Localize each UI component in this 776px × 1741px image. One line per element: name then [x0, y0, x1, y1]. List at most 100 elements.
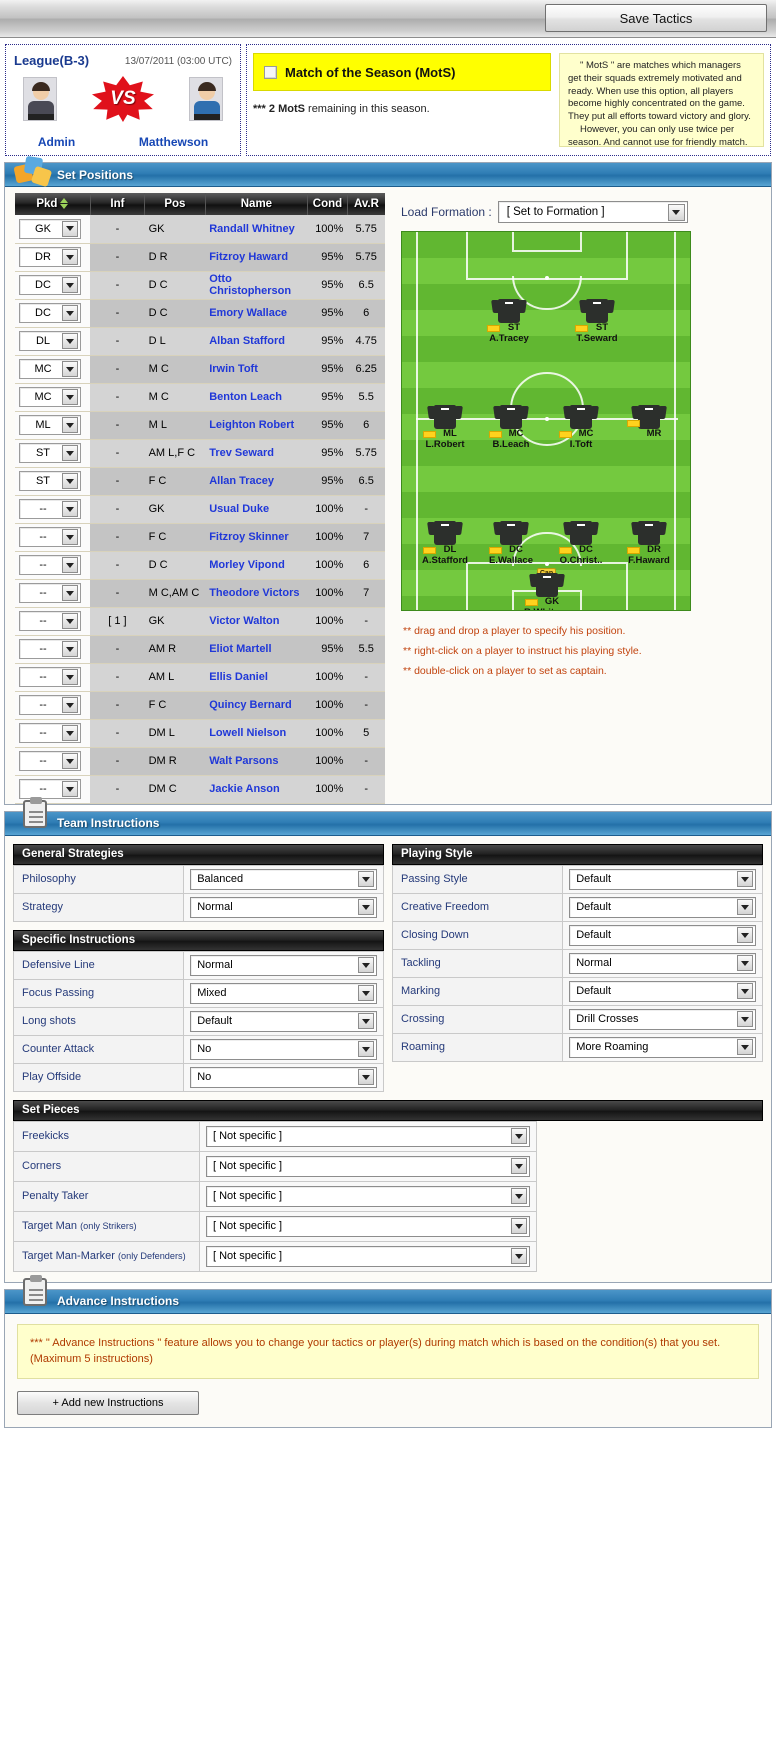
pitch-player[interactable]: MC I.Toft — [558, 402, 604, 450]
instruction-select[interactable]: No — [190, 1066, 377, 1088]
chevron-down-icon[interactable] — [667, 203, 685, 221]
chevron-down-icon[interactable] — [358, 871, 374, 887]
instruction-select[interactable]: Default — [569, 896, 756, 918]
position-select[interactable]: DL — [19, 331, 81, 351]
chevron-down-icon[interactable] — [62, 305, 78, 321]
chevron-down-icon[interactable] — [511, 1158, 527, 1174]
instruction-value-cell[interactable]: Normal — [562, 948, 763, 978]
home-manager-link[interactable]: Admin — [38, 135, 75, 149]
instruction-value-cell[interactable]: More Roaming — [562, 1032, 763, 1062]
instruction-value-cell[interactable]: No — [183, 1034, 384, 1064]
chevron-down-icon[interactable] — [358, 899, 374, 915]
table-row[interactable]: DC - D C Otto Christopherson 95% 6.5 — [15, 271, 385, 300]
pitch-player[interactable]: DC O.Christ.. — [558, 518, 604, 566]
pitch[interactable]: ST A.Tracey ST T.Seward ML L.Robert MC B.Leach M… — [401, 231, 691, 611]
player-link[interactable]: Lowell Nielson — [209, 727, 286, 739]
chevron-down-icon[interactable] — [62, 333, 78, 349]
chevron-down-icon[interactable] — [511, 1248, 527, 1264]
table-row[interactable]: -- - D C Morley Vipond 100% 6 — [15, 551, 385, 580]
set-piece-value-cell[interactable]: [ Not specific ] — [199, 1210, 537, 1242]
chevron-down-icon[interactable] — [358, 1013, 374, 1029]
home-manager-avatar[interactable] — [23, 77, 58, 121]
table-row[interactable]: -- - AM R Eliot Martell 95% 5.5 — [15, 635, 385, 664]
cell-pkd[interactable]: -- — [15, 663, 91, 692]
player-link[interactable]: Fitzroy Skinner — [209, 531, 288, 543]
position-select[interactable]: -- — [19, 723, 81, 743]
table-row[interactable]: ST - F C Allan Tracey 95% 6.5 — [15, 467, 385, 496]
chevron-down-icon[interactable] — [62, 277, 78, 293]
chevron-down-icon[interactable] — [62, 725, 78, 741]
instruction-value-cell[interactable]: Default — [562, 976, 763, 1006]
cell-pkd[interactable]: DC — [15, 271, 91, 300]
set-piece-value-cell[interactable]: [ Not specific ] — [199, 1240, 537, 1272]
cell-pkd[interactable]: MC — [15, 383, 91, 412]
position-select[interactable]: -- — [19, 555, 81, 575]
instruction-value-cell[interactable]: Default — [562, 864, 763, 894]
pitch-player[interactable]: ST T.Seward — [574, 296, 620, 344]
cell-name[interactable]: Lowell Nielson — [205, 719, 308, 748]
cell-pkd[interactable]: -- — [15, 579, 91, 608]
player-link[interactable]: Victor Walton — [209, 615, 279, 627]
position-select[interactable]: -- — [19, 499, 81, 519]
cell-pkd[interactable]: -- — [15, 775, 91, 804]
pitch-player[interactable]: MR — [626, 402, 672, 439]
add-new-instructions-button[interactable]: + Add new Instructions — [17, 1390, 199, 1415]
player-link[interactable]: Otto Christopherson — [209, 273, 291, 297]
chevron-down-icon[interactable] — [62, 697, 78, 713]
chevron-down-icon[interactable] — [358, 985, 374, 1001]
chevron-down-icon[interactable] — [62, 445, 78, 461]
player-link[interactable]: Allan Tracey — [209, 475, 274, 487]
instruction-select[interactable]: [ Not specific ] — [206, 1245, 530, 1267]
table-row[interactable]: MC - M C Benton Leach 95% 5.5 — [15, 383, 385, 412]
chevron-down-icon[interactable] — [358, 1069, 374, 1085]
cell-pkd[interactable]: -- — [15, 747, 91, 776]
cell-pkd[interactable]: DR — [15, 243, 91, 272]
instruction-select[interactable]: Default — [569, 980, 756, 1002]
table-row[interactable]: -- - F C Fitzroy Skinner 100% 7 — [15, 523, 385, 552]
player-link[interactable]: Usual Duke — [209, 503, 269, 515]
player-link[interactable]: Leighton Robert — [209, 419, 294, 431]
instruction-value-cell[interactable]: Mixed — [183, 978, 384, 1008]
cell-name[interactable]: Quincy Bernard — [205, 691, 308, 720]
cell-name[interactable]: Jackie Anson — [205, 775, 308, 804]
chevron-down-icon[interactable] — [737, 899, 753, 915]
player-link[interactable]: Emory Wallace — [209, 307, 287, 319]
position-select[interactable]: -- — [19, 667, 81, 687]
cell-name[interactable]: Theodore Victors — [205, 579, 308, 608]
instruction-value-cell[interactable]: Balanced — [183, 864, 384, 894]
pitch-player[interactable]: CapGKR.Whitney — [524, 568, 570, 610]
cell-pkd[interactable]: MC — [15, 355, 91, 384]
chevron-down-icon[interactable] — [511, 1188, 527, 1204]
position-select[interactable]: ST — [19, 471, 81, 491]
player-link[interactable]: Alban Stafford — [209, 335, 285, 347]
instruction-select[interactable]: More Roaming — [569, 1036, 756, 1058]
position-select[interactable]: MC — [19, 387, 81, 407]
cell-pkd[interactable]: -- — [15, 691, 91, 720]
player-link[interactable]: Eliot Martell — [209, 643, 271, 655]
cell-name[interactable]: Irwin Toft — [205, 355, 308, 384]
chevron-down-icon[interactable] — [62, 585, 78, 601]
cell-name[interactable]: Emory Wallace — [205, 299, 308, 328]
cell-pkd[interactable]: -- — [15, 495, 91, 524]
cell-pkd[interactable]: -- — [15, 607, 91, 636]
instruction-select[interactable]: [ Not specific ] — [206, 1125, 530, 1147]
player-link[interactable]: Theodore Victors — [209, 587, 299, 599]
player-link[interactable]: Jackie Anson — [209, 783, 280, 795]
position-select[interactable]: GK — [19, 218, 81, 239]
cell-name[interactable]: Allan Tracey — [205, 467, 308, 496]
cell-name[interactable]: Fitzroy Skinner — [205, 523, 308, 552]
instruction-value-cell[interactable]: Default — [183, 1006, 384, 1036]
table-row[interactable]: -- - M C,AM C Theodore Victors 100% 7 — [15, 579, 385, 608]
instruction-value-cell[interactable]: Default — [562, 920, 763, 950]
cell-name[interactable]: Morley Vipond — [205, 551, 308, 580]
cell-name[interactable]: Alban Stafford — [205, 327, 308, 356]
cell-name[interactable]: Ellis Daniel — [205, 663, 308, 692]
instruction-select[interactable]: Normal — [190, 896, 377, 918]
load-formation-select[interactable]: [ Set to Formation ] — [497, 201, 688, 223]
player-link[interactable]: Walt Parsons — [209, 755, 278, 767]
chevron-down-icon[interactable] — [737, 955, 753, 971]
chevron-down-icon[interactable] — [62, 220, 78, 237]
cell-name[interactable]: Victor Walton — [205, 607, 308, 636]
away-manager-link[interactable]: Matthewson — [139, 135, 208, 149]
instruction-select[interactable]: Default — [569, 924, 756, 946]
